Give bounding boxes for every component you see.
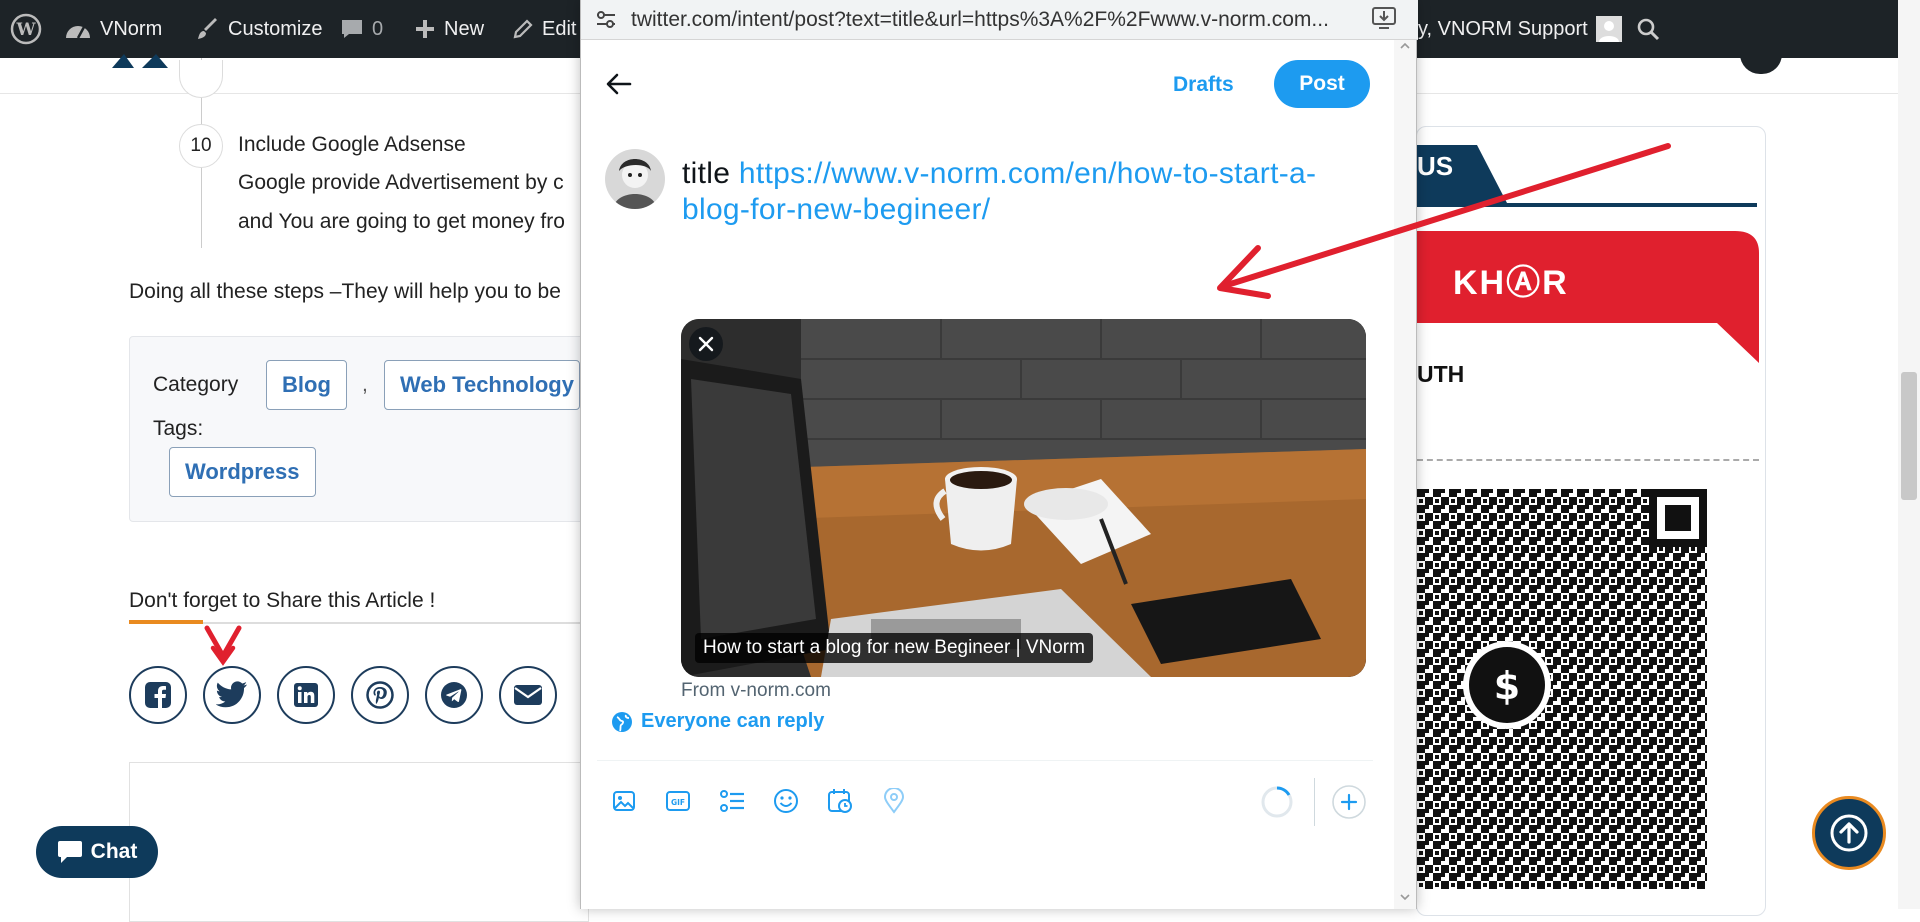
tags-label: Tags: [153,417,204,440]
arrow-up-circle-icon [1830,814,1868,852]
site-logo-icon [112,54,168,68]
add-gif-button[interactable]: GIF [663,786,693,816]
comment-icon [342,20,362,38]
brush-icon [198,18,217,39]
gif-icon: GIF [666,791,690,811]
category-label: Category [153,373,239,396]
pinterest-icon [366,681,394,709]
customize-link[interactable]: Customize [196,0,322,58]
chat-label: Chat [90,840,138,863]
poll-icon [720,790,744,812]
share-twitter-button[interactable] [203,666,261,724]
page-scrollbar[interactable] [1898,0,1920,909]
svg-text:GIF: GIF [671,798,685,807]
step-title: Include Google Adsense [238,133,466,156]
article-summary: Doing all these steps –They will help yo… [129,280,561,303]
edit-link[interactable]: Edit [512,0,576,58]
tweet-title: title [682,157,731,190]
share-facebook-button[interactable] [129,666,187,724]
dashboard-icon [66,26,90,39]
telegram-icon [441,682,467,708]
share-heading-accent [129,620,203,624]
compose-divider [597,760,1373,761]
reply-setting-button[interactable]: Everyone can reply [611,710,824,733]
location-icon [883,788,905,814]
share-linkedin-button[interactable] [277,666,335,724]
pencil-icon [513,19,533,39]
twitter-icon [216,681,247,708]
edit-label: Edit [542,17,577,40]
merchant-name-fragment: UTH [1417,361,1465,387]
annotation-check-arrow [204,625,242,666]
link-preview-card[interactable]: How to start a blog for new Begineer | V… [681,319,1366,677]
avatar [1595,16,1622,42]
popup-url[interactable]: twitter.com/intent/post?text=title&url=h… [631,8,1329,32]
remove-card-button[interactable] [689,327,723,361]
share-telegram-button[interactable] [425,666,483,724]
chat-button[interactable]: Chat [36,826,158,878]
email-icon [514,685,542,705]
add-location-button[interactable] [879,786,909,816]
comments-area-box [129,762,589,922]
schedule-button[interactable] [825,786,855,816]
tag-chip-wordpress[interactable]: Wordpress [169,447,316,497]
card-image [681,319,1366,677]
step-description-line1: Google provide Advertisement by c [238,171,564,194]
site-name: VNorm [100,17,163,40]
facebook-icon [145,682,171,708]
add-post-button[interactable] [1331,784,1367,820]
add-poll-button[interactable] [717,786,747,816]
search-icon[interactable] [1636,0,1660,58]
svg-text:W: W [15,20,36,40]
new-label: New [444,17,485,40]
scroll-to-top-button[interactable] [1812,796,1886,870]
customize-label: Customize [228,17,323,40]
user-account-link[interactable]: y, VNORM Support [1418,0,1622,58]
new-content-link[interactable]: New [414,0,484,58]
annotation-arrow [1217,143,1671,299]
comments-link[interactable]: 0 [340,0,383,58]
globe-icon [612,711,632,732]
add-image-button[interactable] [609,786,639,816]
share-pinterest-button[interactable] [351,666,409,724]
reply-setting-label: Everyone can reply [641,710,825,732]
comments-count: 0 [372,17,384,40]
category-chip-blog[interactable]: Blog [266,360,347,410]
drafts-button[interactable]: Drafts [1157,60,1250,110]
khqr-divider [1417,459,1759,461]
add-emoji-button[interactable] [771,786,801,816]
share-heading-rule [203,622,593,624]
emoji-icon [774,789,798,813]
user-greeting: y, VNORM Support [1418,17,1588,40]
avatar [605,149,665,209]
card-source: From v-norm.com [681,680,831,701]
post-button[interactable]: Post [1274,60,1370,108]
schedule-icon [828,789,852,813]
step-number: 10 [179,124,223,168]
plus-icon [416,20,434,38]
share-email-button[interactable] [499,666,557,724]
step-description-line2: and You are going to get money fro [238,210,565,233]
linkedin-icon [294,683,318,707]
site-name-link[interactable]: VNorm [64,0,162,58]
header-circle-button[interactable] [1740,54,1782,74]
category-chip-web-technology[interactable]: Web Technology [384,360,580,410]
back-arrow-icon[interactable] [605,70,633,98]
install-app-icon[interactable] [1371,6,1397,30]
share-heading: Don't forget to Share this Article ! [129,589,436,612]
category-separator: , [362,373,368,396]
site-settings-icon[interactable] [595,10,617,30]
card-caption: How to start a blog for new Begineer | V… [695,633,1093,663]
svg-text:$: $ [1494,664,1520,708]
image-icon [613,791,635,811]
toolbar-separator [1314,778,1315,826]
chat-bubble-icon [57,841,82,863]
popup-url-bar: twitter.com/intent/post?text=title&url=h… [581,0,1418,40]
close-icon [698,336,714,352]
character-count-ring [1261,786,1293,818]
wordpress-logo-icon[interactable]: W [10,0,42,58]
qr-code: $ [1417,489,1707,889]
